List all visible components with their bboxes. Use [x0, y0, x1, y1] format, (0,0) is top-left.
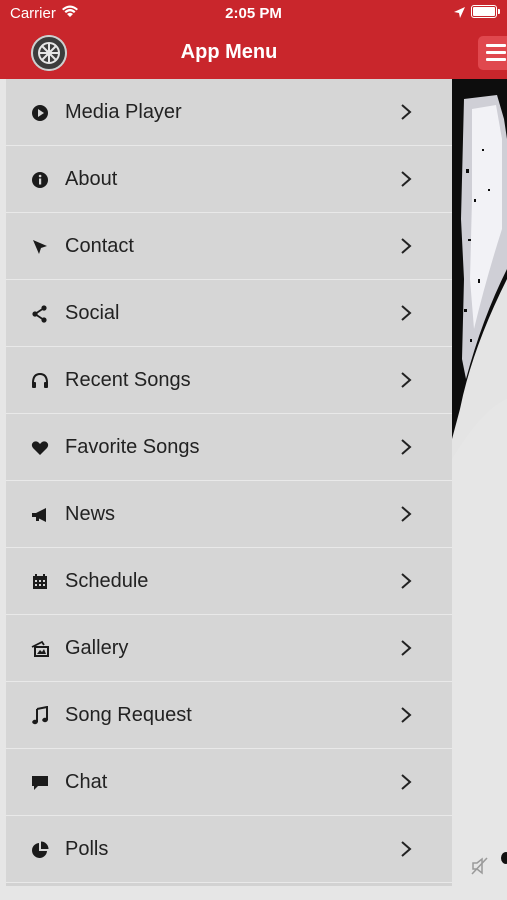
- status-bar: Carrier 2:05 PM: [0, 0, 507, 26]
- chevron-right-icon: [401, 841, 412, 857]
- chevron-right-icon: [401, 774, 412, 790]
- menu-item-label: Favorite Songs: [65, 436, 200, 458]
- menu-item-label: About: [65, 168, 118, 190]
- menu-item-label: News: [65, 503, 116, 525]
- menu-item-label: Social: [65, 302, 120, 324]
- chevron-right-icon: [401, 238, 412, 254]
- chevron-right-icon: [401, 104, 412, 120]
- chevron-right-icon: [401, 640, 412, 656]
- chevron-right-icon: [401, 171, 412, 187]
- pie-chart-icon: [32, 841, 49, 858]
- menu-item-label: Song Request: [65, 704, 192, 726]
- status-time: 2:05 PM: [225, 5, 282, 22]
- background-artwork: [452, 79, 507, 900]
- menu-item-media-player[interactable]: Media Player: [6, 79, 452, 146]
- menu-item-label: Chat: [65, 771, 108, 793]
- location-icon: [454, 7, 465, 18]
- overflow-indicator: [501, 852, 507, 864]
- menu-item-chat[interactable]: Chat: [6, 749, 452, 816]
- menu-item-label: Media Player: [65, 101, 182, 123]
- menu-item-gallery[interactable]: Gallery: [6, 615, 452, 682]
- menu-item-news[interactable]: News: [6, 481, 452, 548]
- info-icon: [32, 172, 48, 188]
- mute-icon[interactable]: [470, 856, 490, 876]
- menu-item-recent-songs[interactable]: Recent Songs: [6, 347, 452, 414]
- menu-item-song-request[interactable]: Song Request: [6, 682, 452, 749]
- menu-item-label: Polls: [65, 838, 109, 860]
- menu-item-label: Gallery: [65, 637, 129, 659]
- chevron-right-icon: [401, 372, 412, 388]
- play-circle-icon: [32, 105, 48, 121]
- megaphone-icon: [32, 508, 46, 522]
- menu-item-social[interactable]: Social: [6, 280, 452, 347]
- page-title: App Menu: [180, 41, 278, 63]
- menu-item-schedule[interactable]: Schedule: [6, 548, 452, 615]
- menu-item-label: Contact: [65, 235, 134, 257]
- chat-icon: [32, 776, 48, 790]
- menu-item-contact[interactable]: Contact: [6, 213, 452, 280]
- chevron-right-icon: [401, 573, 412, 589]
- music-note-icon: [32, 706, 48, 725]
- share-icon: [32, 305, 47, 323]
- chevron-right-icon: [401, 707, 412, 723]
- battery-icon: [471, 5, 500, 18]
- menu-item-polls[interactable]: Polls: [6, 816, 452, 883]
- headphones-icon: [32, 372, 48, 388]
- heart-icon: [31, 441, 49, 455]
- gallery-icon: [31, 640, 49, 657]
- cursor-icon: [33, 240, 47, 254]
- menu-item-about[interactable]: About: [6, 146, 452, 213]
- chevron-right-icon: [401, 305, 412, 321]
- app-menu: Media Player About Contact Social Recent…: [6, 79, 452, 886]
- chevron-right-icon: [401, 506, 412, 522]
- calendar-icon: [33, 574, 47, 589]
- menu-item-favorite-songs[interactable]: Favorite Songs: [6, 414, 452, 481]
- menu-item-label: Schedule: [65, 570, 149, 592]
- menu-toggle-button[interactable]: [478, 36, 507, 70]
- chevron-right-icon: [401, 439, 412, 455]
- menu-item-label: Recent Songs: [65, 369, 191, 391]
- header-bar: Carrier 2:05 PM App Menu: [0, 0, 507, 79]
- artwork-image: [452, 79, 507, 900]
